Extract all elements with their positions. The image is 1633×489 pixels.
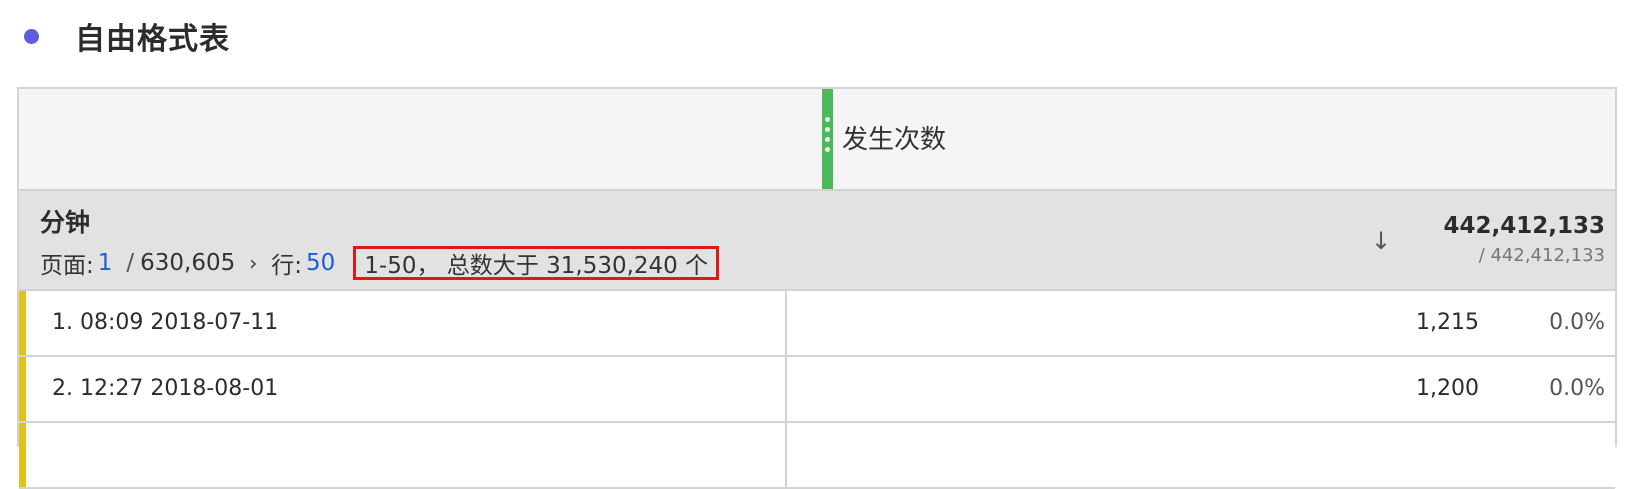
row-value: 1,215 bbox=[1416, 310, 1479, 335]
total-pages: 630,605 bbox=[140, 250, 236, 276]
table-row[interactable] bbox=[19, 423, 1615, 489]
dimension-header: 分钟 页面: 1 / 630,605 › 行: 50 1-50， 总数大于 31… bbox=[19, 191, 1615, 291]
column-divider bbox=[785, 357, 787, 421]
panel-dot-icon bbox=[24, 28, 39, 44]
metric-drag-handle[interactable] bbox=[822, 89, 833, 189]
panel-title: 自由格式表 bbox=[75, 22, 230, 57]
grip-dot-icon bbox=[825, 137, 830, 142]
table-row[interactable]: 1. 08:09 2018-07-11 1,215 0.0% bbox=[19, 291, 1615, 357]
pagination: 页面: 1 / 630,605 › 行: 50 1-50， 总数大于 31,53… bbox=[40, 243, 720, 283]
grip-dot-icon bbox=[825, 117, 830, 122]
column-divider bbox=[785, 291, 787, 355]
row-range-text: 1-50， 总数大于 31,530,240 个 bbox=[364, 253, 709, 279]
column-header: 发生次数 bbox=[19, 89, 1615, 191]
grip-dot-icon bbox=[825, 147, 830, 152]
row-value: 1,200 bbox=[1416, 376, 1479, 401]
dimension-name[interactable]: 分钟 bbox=[40, 203, 90, 239]
table-row[interactable]: 2. 12:27 2018-08-01 1,200 0.0% bbox=[19, 357, 1615, 423]
row-accent bbox=[19, 423, 26, 487]
row-percent: 0.0% bbox=[1549, 376, 1605, 401]
page-label: 页面: bbox=[40, 253, 94, 279]
row-accent bbox=[19, 357, 26, 421]
metric-total: 442,412,133 bbox=[1443, 213, 1605, 239]
panel-title-row: 自由格式表 bbox=[24, 14, 230, 58]
next-page-chevron-icon[interactable]: › bbox=[249, 251, 257, 275]
metric-total-sub: / 442,412,133 bbox=[1478, 245, 1605, 266]
row-range-highlight: 1-50， 总数大于 31,530,240 个 bbox=[353, 246, 720, 280]
grip-dot-icon bbox=[825, 127, 830, 132]
rows-label: 行: bbox=[271, 253, 303, 279]
rows-per-page-link[interactable]: 50 bbox=[306, 250, 335, 276]
row-label: 2. 12:27 2018-08-01 bbox=[52, 376, 279, 401]
row-percent: 0.0% bbox=[1549, 310, 1605, 335]
freeform-table: 发生次数 分钟 页面: 1 / 630,605 › 行: 50 1-50， 总数… bbox=[17, 87, 1617, 489]
current-page-link[interactable]: 1 bbox=[98, 250, 113, 276]
row-accent bbox=[19, 291, 26, 355]
column-divider bbox=[785, 423, 787, 487]
row-label: 1. 08:09 2018-07-11 bbox=[52, 310, 279, 335]
arrow-down-icon[interactable]: ↓ bbox=[1371, 227, 1391, 255]
page-separator: / bbox=[126, 250, 135, 276]
metric-header-label[interactable]: 发生次数 bbox=[842, 119, 946, 156]
